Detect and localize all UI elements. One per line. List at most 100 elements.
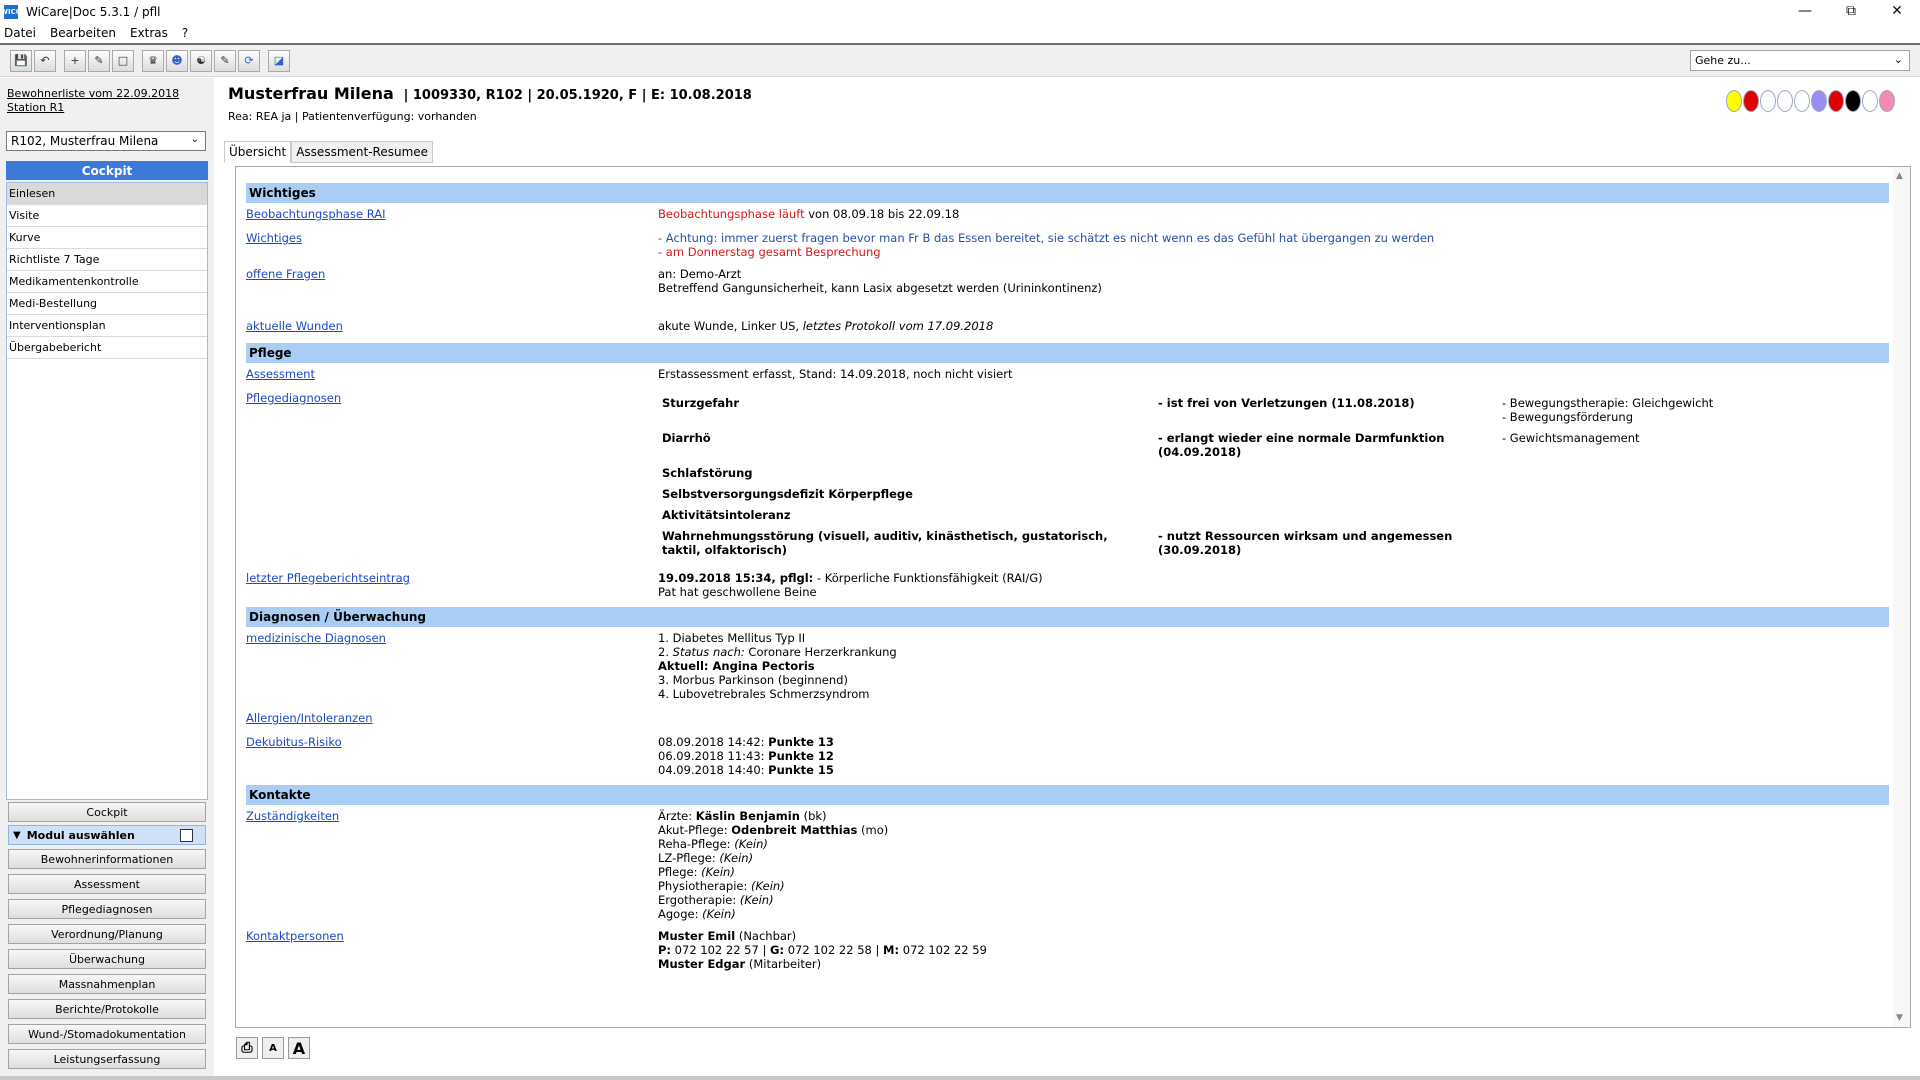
beobachtungsphase-link[interactable]: Beobachtungsphase RAI (246, 207, 658, 223)
user-edit-icon[interactable]: ✎ (214, 49, 236, 72)
aktuelle-wunden-link[interactable]: aktuelle Wunden (246, 319, 658, 335)
patient-header: Musterfrau Milena | 1009330, R102 | 20.0… (228, 84, 752, 103)
row-pflegebericht: letzter Pflegeberichtseintrag 19.09.2018… (246, 571, 1889, 599)
pflegediagnose-name: Wahrnehmungsstörung (visuell, auditiv, k… (662, 529, 1108, 557)
chevron-down-icon: ⌄ (1893, 53, 1903, 66)
save-icon[interactable]: 💾 (10, 49, 32, 72)
module-button-ueberwachung[interactable]: Überwachung (8, 949, 206, 969)
status-dot[interactable] (1845, 90, 1861, 112)
user-group-icon[interactable]: ☯ (190, 49, 212, 72)
vertical-scrollbar[interactable]: ▲ ▼ (1893, 167, 1910, 1027)
module-button-assessment[interactable]: Assessment (8, 874, 206, 894)
goto-select[interactable]: Gehe zu... ⌄ (1690, 50, 1910, 71)
window-icon[interactable]: □ (112, 49, 134, 72)
status-dot[interactable] (1879, 90, 1895, 112)
nav-item-medi-bestellung[interactable]: Medi-Bestellung (7, 293, 207, 315)
new-entry-icon[interactable]: + (64, 49, 86, 72)
row-zustaendigkeiten: Zuständigkeiten Ärzte: Käslin Benjamin (… (246, 809, 1889, 921)
pflegediagnose-measures (1498, 507, 1889, 528)
group-icon[interactable]: ♛ (142, 49, 164, 72)
row-wichtiges: Wichtiges - Achtung: immer zuerst fragen… (246, 231, 1889, 259)
nav-item-uebergabebericht[interactable]: Übergabebericht (7, 337, 207, 359)
pflegediagnosen-link[interactable]: Pflegediagnosen (246, 391, 658, 563)
dekubitus-link[interactable]: Dekubitus-Risiko (246, 735, 658, 777)
wichtiges-link[interactable]: Wichtiges (246, 231, 658, 259)
module-button-verordnung[interactable]: Verordnung/Planung (8, 924, 206, 944)
cockpit-nav-list: Einlesen Visite Kurve Richtliste 7 Tage … (6, 182, 208, 800)
pflegediagnosen-value: Sturzgefahr - ist frei von Verletzungen (… (658, 391, 1889, 563)
pflegediagnose-row: Diarrhö - erlangt wieder eine normale Dar… (658, 430, 1889, 465)
pflegediagnose-row: Selbstversorgungsdefizit Körperpflege (658, 486, 1889, 507)
toolbar: 💾 ↶ + ✎ □ ♛ ☻ ☯ ✎ ⟳ ◪ Gehe zu... ⌄ (0, 45, 1920, 77)
aktuelle-wunden-value: akute Wunde, Linker US, letztes Protokol… (658, 319, 994, 333)
medizinische-diagnosen-link[interactable]: medizinische Diagnosen (246, 631, 658, 701)
pflegediagnose-goal: - ist frei von Verletzungen (11.08.2018) (1158, 396, 1415, 410)
menu-bar: Datei Bearbeiten Extras ? (0, 23, 1920, 43)
dekubitus-entry: 04.09.2018 14:40: Punkte 15 (658, 763, 834, 777)
role-entry: Pflege: (Kein) (658, 865, 735, 879)
refresh-icon[interactable]: ⟳ (238, 49, 260, 72)
status-dot[interactable] (1862, 90, 1878, 112)
font-larger-button[interactable]: A (288, 1037, 310, 1059)
status-dot[interactable] (1828, 90, 1844, 112)
status-dot[interactable] (1811, 90, 1827, 112)
nav-item-einlesen[interactable]: Einlesen (7, 183, 207, 205)
zustaendigkeiten-link[interactable]: Zuständigkeiten (246, 809, 658, 921)
window-bottom-border (0, 1076, 1920, 1080)
resident-list-link[interactable]: Bewohnerliste vom 22.09.2018 (7, 87, 179, 100)
module-button-berichte[interactable]: Berichte/Protokolle (8, 999, 206, 1019)
station-link[interactable]: Station R1 (7, 101, 64, 114)
app-icon: WICO (0, 4, 22, 19)
modul-select-header[interactable]: ▼ Modul auswählen (8, 825, 206, 845)
menu-extras[interactable]: Extras (130, 26, 168, 40)
section-header-pflege: Pflege (246, 343, 1889, 363)
nav-item-medikamentenkontrolle[interactable]: Medikamentenkontrolle (7, 271, 207, 293)
module-button-bewohnerinformationen[interactable]: Bewohnerinformationen (8, 849, 206, 869)
status-dot[interactable] (1760, 90, 1776, 112)
overview-content: Wichtiges Beobachtungsphase RAI Beobacht… (246, 183, 1889, 979)
module-button-wunddokumentation[interactable]: Wund-/Stomadokumentation (8, 1024, 206, 1044)
status-dot[interactable] (1726, 90, 1742, 112)
modul-checkbox[interactable] (180, 829, 193, 842)
nav-item-richtliste[interactable]: Richtliste 7 Tage (7, 249, 207, 271)
module-button-massnahmenplan[interactable]: Massnahmenplan (8, 974, 206, 994)
print-icon[interactable]: ⎙ (236, 1037, 258, 1059)
scroll-up-icon[interactable]: ▲ (1896, 171, 1903, 181)
status-dot[interactable] (1777, 90, 1793, 112)
user-icon[interactable]: ☻ (166, 49, 188, 72)
scroll-down-icon[interactable]: ▼ (1896, 1013, 1903, 1023)
tab-uebersicht[interactable]: Übersicht (224, 141, 292, 163)
pflegediagnose-name: Aktivitätsintoleranz (662, 508, 791, 522)
undo-icon[interactable]: ↶ (34, 49, 56, 72)
close-icon[interactable]: ✕ (1874, 0, 1920, 22)
status-dot[interactable] (1743, 90, 1759, 112)
font-smaller-button[interactable]: A (262, 1037, 284, 1059)
nav-item-interventionsplan[interactable]: Interventionsplan (7, 315, 207, 337)
nav-item-visite[interactable]: Visite (7, 205, 207, 227)
pflegediagnose-row: Sturzgefahr - ist frei von Verletzungen (… (658, 395, 1889, 430)
offene-fragen-value: an: Demo-Arzt Betreffend Gangunsicherhei… (658, 267, 1102, 295)
nav-item-kurve[interactable]: Kurve (7, 227, 207, 249)
module-button-leistungserfassung[interactable]: Leistungserfassung (8, 1049, 206, 1069)
cockpit-button[interactable]: Cockpit (8, 802, 206, 822)
module-button-pflegediagnosen[interactable]: Pflegediagnosen (8, 899, 206, 919)
role-entry: Ergotherapie: (Kein) (658, 893, 774, 907)
pflegebericht-link[interactable]: letzter Pflegeberichtseintrag (246, 571, 658, 599)
database-icon[interactable]: ◪ (268, 49, 290, 72)
resident-select[interactable]: R102, Musterfrau Milena ⌄ (6, 131, 206, 151)
edit-icon[interactable]: ✎ (88, 49, 110, 72)
allergien-link[interactable]: Allergien/Intoleranzen (246, 711, 658, 727)
menu-datei[interactable]: Datei (4, 26, 36, 40)
dekubitus-entry: 08.09.2018 14:42: Punkte 13 (658, 735, 834, 749)
tab-assessment-resumee[interactable]: Assessment-Resumee (291, 141, 434, 163)
status-dot[interactable] (1794, 90, 1810, 112)
menu-help[interactable]: ? (182, 26, 188, 40)
maximize-icon[interactable]: ⧉ (1828, 0, 1874, 22)
minimize-icon[interactable]: — (1782, 0, 1828, 22)
kontaktpersonen-link[interactable]: Kontaktpersonen (246, 929, 658, 971)
row-assessment: Assessment Erstassessment erfasst, Stand… (246, 367, 1889, 383)
menu-bearbeiten[interactable]: Bearbeiten (50, 26, 116, 40)
assessment-link[interactable]: Assessment (246, 367, 658, 383)
triangle-down-icon: ▼ (13, 829, 21, 841)
offene-fragen-link[interactable]: offene Fragen (246, 267, 658, 295)
